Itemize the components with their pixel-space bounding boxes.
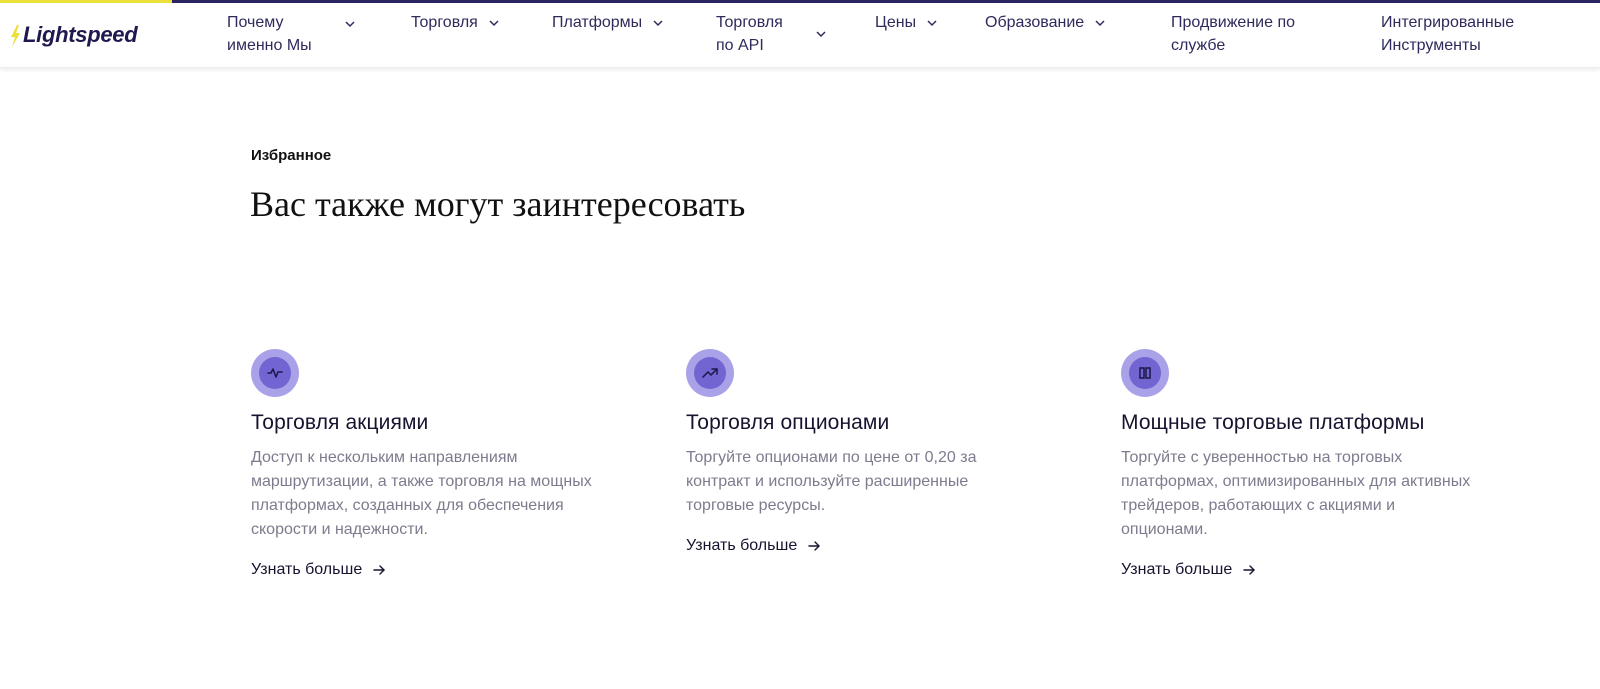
nav-item-pricing[interactable]: Цены — [875, 11, 938, 34]
columns-icon — [1139, 367, 1151, 379]
card-title: Торговля акциями — [251, 411, 429, 434]
nav-label: Почему именно Мы — [227, 14, 312, 54]
nav-item-api-trading[interactable]: Торговля по API — [716, 11, 827, 57]
arrow-right-icon — [1243, 565, 1255, 575]
learn-more-label: Узнать больше — [251, 561, 363, 578]
lightning-bolt-icon — [11, 25, 20, 47]
card-icon-badge — [251, 349, 299, 397]
arrow-right-icon — [808, 541, 820, 551]
chevron-down-icon — [927, 20, 937, 27]
card-description: Торгуйте опционами по цене от 0,20 за ко… — [686, 449, 977, 514]
chevron-down-icon — [1095, 20, 1105, 27]
site-header: Lightspeed Почему именно Мы Торговля Пла… — [0, 3, 1600, 68]
nav-label: Цены — [875, 14, 917, 31]
learn-more-link[interactable]: Узнать больше — [251, 561, 386, 579]
nav-item-careers[interactable]: Продвижение по службе — [1171, 11, 1295, 57]
nav-item-platforms[interactable]: Платформы — [552, 11, 664, 34]
nav-item-education[interactable]: Образование — [985, 11, 1106, 34]
logo-text: Lightspeed — [23, 22, 138, 47]
card-description: Доступ к нескольким направлениям маршрут… — [251, 449, 592, 538]
logo[interactable]: Lightspeed — [8, 20, 138, 50]
learn-more-link[interactable]: Узнать больше — [1121, 561, 1256, 579]
nav-label: Образование — [985, 14, 1085, 31]
card-icon-badge — [1121, 349, 1169, 397]
card-title: Торговля опционами — [686, 411, 890, 434]
section-eyebrow: Избранное — [251, 147, 332, 164]
nav-item-trading[interactable]: Торговля — [411, 11, 500, 34]
nav-label: Интегрированные Инструменты — [1381, 14, 1515, 54]
chevron-down-icon — [653, 20, 663, 27]
arrow-right-icon — [373, 565, 385, 575]
nav-item-integrated-tools[interactable]: Интегрированные Инструменты — [1381, 11, 1514, 57]
feature-card: Торговля опционами Торгуйте опционами по… — [686, 349, 1086, 555]
nav-label: Платформы — [552, 14, 643, 31]
trending-up-icon — [702, 368, 718, 378]
chevron-down-icon — [816, 31, 826, 38]
nav-label: Продвижение по службе — [1171, 14, 1295, 54]
card-description: Торгуйте с уверенностью на торговых плат… — [1121, 449, 1471, 538]
learn-more-label: Узнать больше — [1121, 561, 1233, 578]
learn-more-label: Узнать больше — [686, 537, 798, 554]
nav-label: Торговля по API — [716, 14, 783, 54]
feature-card: Мощные торговые платформы Торгуйте с уве… — [1121, 349, 1521, 579]
chevron-down-icon — [345, 21, 355, 28]
chevron-down-icon — [489, 20, 499, 27]
learn-more-link[interactable]: Узнать больше — [686, 537, 821, 555]
nav-label: Торговля — [411, 14, 478, 31]
card-icon-badge — [686, 349, 734, 397]
section-headline: Вас также могут заинтересовать — [250, 184, 746, 224]
nav-item-why-us[interactable]: Почему именно Мы — [227, 11, 356, 57]
activity-pulse-icon — [267, 368, 283, 378]
card-title: Мощные торговые платформы — [1121, 411, 1425, 434]
page: Lightspeed Почему именно Мы Торговля Пла… — [0, 0, 1600, 689]
feature-card: Торговля акциями Доступ к нескольким нап… — [251, 349, 651, 579]
